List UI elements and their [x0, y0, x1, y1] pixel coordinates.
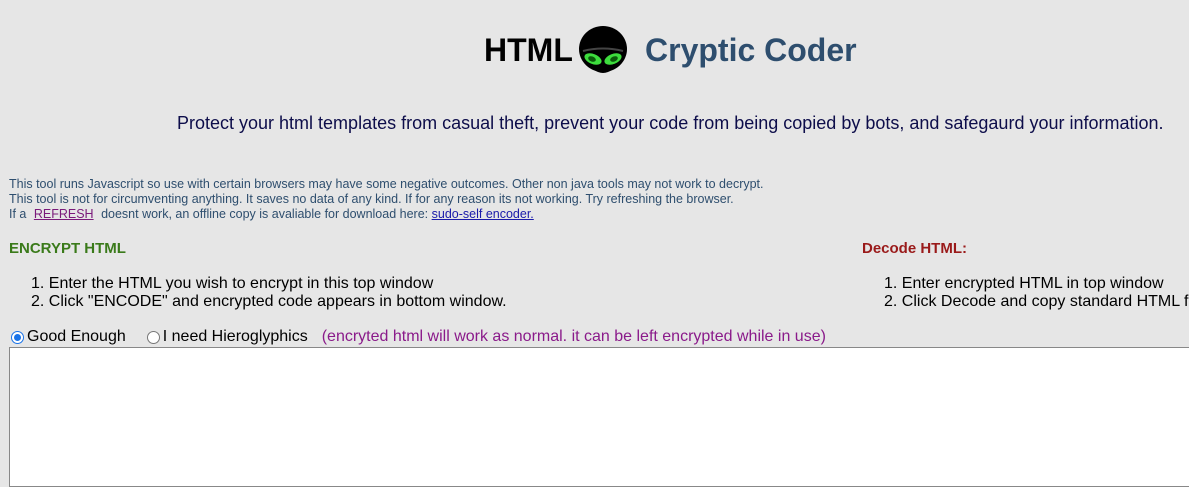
encrypt-steps: 1. Enter the HTML you wish to encrypt in…	[31, 275, 507, 311]
note-line-2: This tool is not for circumventing anyth…	[9, 192, 734, 206]
encrypt-step-2: 2. Click "ENCODE" and encrypted code app…	[31, 293, 507, 310]
encryption-mode-options: Good Enough I need Hieroglyphics (encryt…	[11, 328, 826, 346]
tagline: Protect your html templates from casual …	[177, 113, 1164, 133]
note-line-3: If a REFRESH doesnt work, an offline cop…	[9, 207, 764, 222]
decode-heading: Decode HTML:	[862, 240, 967, 257]
decode-step-2: 2. Click Decode and copy standard HTML f	[884, 293, 1189, 310]
decode-steps: 1. Enter encrypted HTML in top window 2.…	[884, 275, 1188, 311]
hieroglyphics-radio[interactable]	[146, 330, 160, 344]
encryption-note: (encryted html will work as normal. it c…	[321, 328, 826, 345]
note-line-1: This tool runs Javascript so use with ce…	[9, 177, 764, 191]
encrypt-heading: ENCRYPT HTML	[9, 240, 126, 257]
decode-step-1: 1. Enter encrypted HTML in top window	[884, 275, 1164, 292]
refresh-link[interactable]: REFRESH	[34, 207, 94, 221]
good-enough-radio[interactable]	[11, 330, 24, 344]
alien-head-icon	[579, 26, 627, 73]
hieroglyphics-label: I need Hieroglyphics	[162, 328, 308, 345]
title-html: HTML	[484, 32, 573, 68]
encrypt-step-1: 1. Enter the HTML you wish to encrypt in…	[31, 275, 434, 292]
info-notes: This tool runs Javascript so use with ce…	[9, 177, 764, 222]
note-line-3-middle: doesnt work, an offline copy is avaliabl…	[101, 207, 429, 221]
note-line-3-prefix: If a	[9, 207, 27, 221]
title-cryptic-coder: Cryptic Coder	[645, 32, 857, 68]
good-enough-label: Good Enough	[27, 328, 126, 345]
html-input-textarea[interactable]	[9, 347, 1189, 487]
download-encoder-link[interactable]: sudo-self encoder.	[432, 207, 534, 221]
